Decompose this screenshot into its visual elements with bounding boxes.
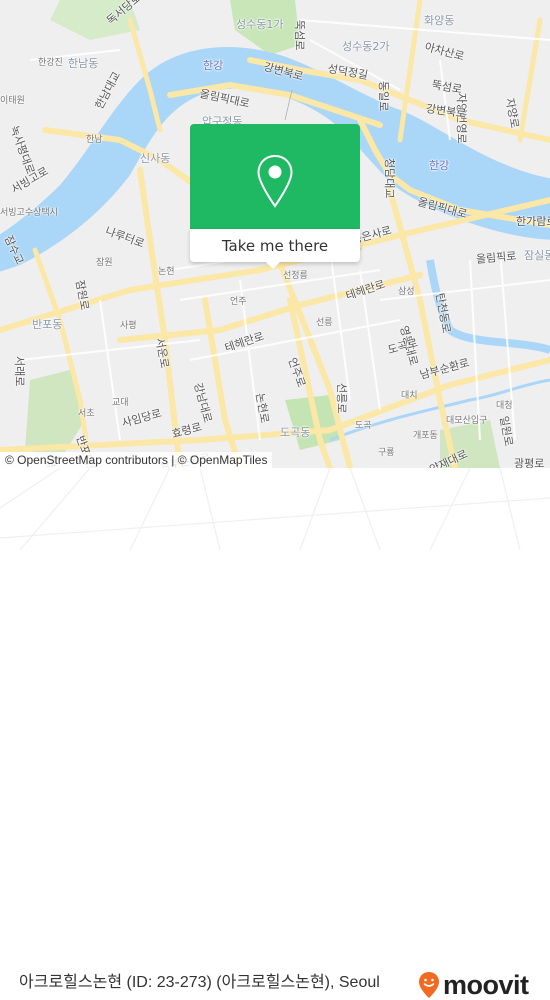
map-attribution[interactable]: © OpenStreetMap contributors | © OpenMap… [0,452,273,468]
map-label: 논현 [158,267,175,277]
map-label: 한남동 [68,57,99,70]
map-label: 이태원 [0,96,25,106]
map-label: 뚝섬로 [293,20,306,51]
map-label: 서래로 [13,356,26,387]
map-label: 성수동1가 [236,18,284,31]
map-label: 선정릉 [283,271,308,281]
popup-pointer [265,261,281,269]
map-label: 대청 [496,401,513,411]
map-label: 선릉로 [335,383,348,414]
map-label: 도곡동 [280,426,311,439]
footer-bar: 아크로힐스논현 (ID: 23-273) (아크로힐스논현), Seoul mo… [0,468,550,998]
map-label: 대모산입구 [446,416,488,426]
popup-header [190,124,360,229]
moovit-pin-icon [419,972,439,998]
location-popup: Take me there [190,124,360,269]
map-label: 청담대교 [383,158,396,199]
map-label: 교대 [112,398,129,408]
map-label: 서빙고수상택시 [0,208,58,218]
map-view[interactable]: 독서당로 한남동 한강진 이태원 녹사평대로 한남대교 한남 성수동1가 뚝섬로… [0,0,550,468]
map-label: 광평로 [514,457,545,468]
map-label: 언주 [230,297,247,307]
stop-title: 아크로힐스논현 (ID: 23-273) (아크로힐스논현), Seoul [19,974,380,991]
map-label: 삼성 [398,287,415,297]
map-label: 한강진 [38,58,63,68]
map-label: 잠실동 [524,249,550,262]
map-pin-icon [257,154,293,208]
take-me-there-label: Take me there [221,236,329,255]
map-label: 선릉 [316,318,333,328]
map-label: 한강 [203,59,224,72]
map-label: 신사동 [140,152,171,165]
map-label: 한강 [429,159,450,172]
take-me-there-button[interactable]: Take me there [190,229,360,262]
map-label: 화양동 [424,14,455,27]
map-label: 도곡 [355,421,372,431]
map-label: 동일로 [377,81,390,112]
map-label: 서초 [78,409,95,419]
footer-pattern [0,468,550,550]
moovit-wordmark: moovit [443,969,529,1000]
map-label: 한가람로 [516,215,550,228]
map-label: 한남 [86,135,103,145]
map-label: 반포동 [32,318,63,331]
map-label: 개포동 [413,431,438,441]
map-label: 구룡 [378,448,395,458]
map-label: 대치 [401,391,418,401]
map-label: 사평 [120,321,137,331]
moovit-logo[interactable]: moovit [418,971,529,999]
map-label: 잠원 [96,258,113,268]
map-label: 성수동2가 [342,40,390,53]
